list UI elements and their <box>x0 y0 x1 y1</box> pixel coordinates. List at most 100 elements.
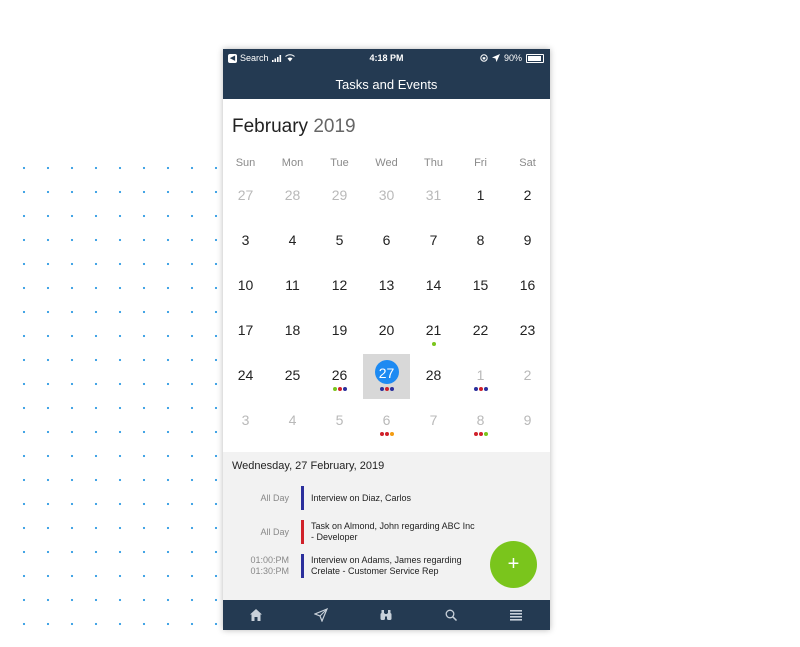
battery-percent: 90% <box>503 53 522 63</box>
send-icon <box>313 608 328 622</box>
calendar-day[interactable]: 7 <box>410 219 457 264</box>
event-indicator-dots <box>457 432 504 436</box>
calendar-day[interactable]: 28 <box>410 354 457 399</box>
day-number: 28 <box>425 367 442 383</box>
event-indicator-dots <box>316 387 363 391</box>
calendar-day[interactable]: 1 <box>457 354 504 399</box>
calendar-day[interactable]: 26 <box>316 354 363 399</box>
day-number: 7 <box>429 412 438 428</box>
calendar-day[interactable]: 12 <box>316 264 363 309</box>
calendar-day[interactable]: 30 <box>363 174 410 219</box>
day-number: 31 <box>425 187 442 203</box>
calendar-day[interactable]: 1 <box>457 174 504 219</box>
day-number: 24 <box>237 367 254 383</box>
calendar-day[interactable]: 6 <box>363 219 410 264</box>
calendar-day[interactable]: 7 <box>410 399 457 444</box>
calendar-day[interactable]: 18 <box>269 309 316 354</box>
calendar-day[interactable]: 2 <box>504 354 550 399</box>
weekday-label: Fri <box>474 157 487 169</box>
agenda-item-start-time: All Day <box>260 493 289 503</box>
agenda-item[interactable]: All Day Task on Almond, John regarding AB… <box>223 520 550 546</box>
weekday-label: Sun <box>235 157 256 169</box>
calendar-day[interactable]: 25 <box>269 354 316 399</box>
calendar-day[interactable]: 31 <box>410 174 457 219</box>
page-title: Tasks and Events <box>335 77 438 92</box>
calendar-day[interactable]: 14 <box>410 264 457 309</box>
day-number: 1 <box>476 187 485 203</box>
calendar-day[interactable]: 24 <box>223 354 269 399</box>
calendar-day[interactable]: 22 <box>457 309 504 354</box>
day-number: 28 <box>284 187 301 203</box>
calendar-day[interactable]: 3 <box>223 219 269 264</box>
calendar-day[interactable]: 8 <box>457 399 504 444</box>
event-dot <box>478 432 483 436</box>
calendar-day[interactable]: 21 <box>410 309 457 354</box>
calendar-day[interactable]: 5 <box>316 399 363 444</box>
day-number: 2 <box>523 187 532 203</box>
battery-icon <box>526 53 544 63</box>
tab-home[interactable] <box>223 600 288 630</box>
calendar-day[interactable]: 20 <box>363 309 410 354</box>
agenda-item-time: All Day <box>260 527 289 538</box>
home-icon <box>249 609 262 621</box>
agenda-item-title-line: Interview on Diaz, Carlos <box>311 493 412 503</box>
calendar-day[interactable]: 29 <box>316 174 363 219</box>
weekday-label: Mon <box>281 157 304 169</box>
calendar-day[interactable]: 3 <box>223 399 269 444</box>
agenda-item-start-time: 01:00:PM <box>250 555 289 565</box>
day-number: 7 <box>429 232 438 248</box>
day-number: 4 <box>288 412 297 428</box>
tab-search[interactable] <box>418 600 483 630</box>
calendar-day[interactable]: 27 <box>223 174 269 219</box>
day-number: 2 <box>523 367 532 383</box>
event-dot <box>389 387 394 391</box>
day-number: 27 <box>378 365 395 381</box>
event-dot <box>473 387 478 391</box>
day-number: 8 <box>476 412 485 428</box>
day-number: 9 <box>523 232 532 248</box>
nav-bar: Tasks and Events <box>223 69 550 99</box>
calendar-day[interactable]: 4 <box>269 399 316 444</box>
day-number: 10 <box>237 277 254 293</box>
tab-send[interactable] <box>288 600 353 630</box>
event-indicator-dots <box>410 342 457 346</box>
day-number: 27 <box>237 187 254 203</box>
agenda-item[interactable]: All Day Interview on Diaz, Carlos <box>223 486 550 512</box>
agenda-item-title-line: Task on Almond, John regarding ABC Inc <box>311 521 475 531</box>
day-number: 14 <box>425 277 442 293</box>
calendar-day[interactable]: 5 <box>316 219 363 264</box>
event-indicator-dots <box>363 432 410 436</box>
tab-binoculars[interactable] <box>353 600 418 630</box>
tab-menu[interactable] <box>483 600 548 630</box>
calendar-day[interactable]: 28 <box>269 174 316 219</box>
day-number: 22 <box>472 322 489 338</box>
day-number: 13 <box>378 277 395 293</box>
calendar-day[interactable]: 17 <box>223 309 269 354</box>
add-event-button[interactable]: + <box>490 541 537 588</box>
calendar-day-selected[interactable]: 27 <box>363 354 410 399</box>
calendar-day[interactable]: 10 <box>223 264 269 309</box>
calendar-day[interactable]: 9 <box>504 399 550 444</box>
calendar-day[interactable]: 6 <box>363 399 410 444</box>
phone-screen: ◀ Search 4:18 PM 90% Tasks and Events Fe… <box>223 49 550 630</box>
day-number: 5 <box>335 412 344 428</box>
calendar-day[interactable]: 4 <box>269 219 316 264</box>
calendar-day[interactable]: 19 <box>316 309 363 354</box>
day-number: 25 <box>284 367 301 383</box>
month-title[interactable]: February 2019 <box>232 116 356 138</box>
calendar-day[interactable]: 16 <box>504 264 550 309</box>
calendar-day[interactable]: 9 <box>504 219 550 264</box>
event-indicator-dots <box>363 387 410 391</box>
event-dot <box>431 342 436 346</box>
event-dot <box>389 432 394 436</box>
calendar-day[interactable]: 11 <box>269 264 316 309</box>
calendar-day[interactable]: 8 <box>457 219 504 264</box>
event-dot <box>473 432 478 436</box>
weekday-label: Wed <box>375 157 398 169</box>
agenda-item-color-bar <box>301 520 304 544</box>
calendar-day[interactable]: 23 <box>504 309 550 354</box>
calendar-day[interactable]: 15 <box>457 264 504 309</box>
calendar-day[interactable]: 2 <box>504 174 550 219</box>
calendar-day[interactable]: 13 <box>363 264 410 309</box>
day-number: 4 <box>288 232 297 248</box>
